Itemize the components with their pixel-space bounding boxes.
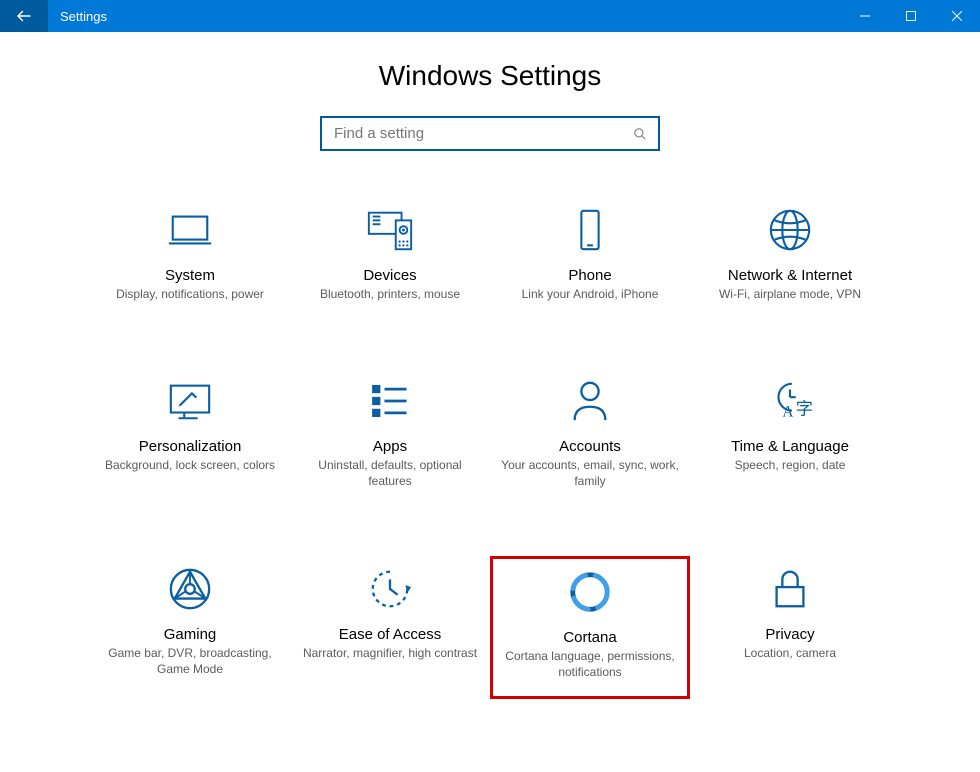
tile-sub: Background, lock screen, colors [105, 457, 275, 473]
system-icon [167, 205, 213, 255]
phone-icon [567, 205, 613, 255]
content-area: Windows Settings System Display, notific… [0, 32, 980, 699]
accounts-icon [567, 376, 613, 426]
tile-gaming[interactable]: Gaming Game bar, DVR, broadcasting, Game… [90, 556, 290, 699]
svg-text:字: 字 [796, 400, 813, 419]
tile-sub: Bluetooth, printers, mouse [320, 286, 460, 302]
globe-icon [767, 205, 813, 255]
tile-privacy[interactable]: Privacy Location, camera [690, 556, 890, 699]
tile-title: Ease of Access [339, 626, 442, 643]
search-box[interactable] [320, 116, 660, 151]
tile-cortana[interactable]: Cortana Cortana language, permissions, n… [490, 556, 690, 699]
tile-title: Devices [363, 267, 416, 284]
search-icon [632, 126, 648, 142]
tile-sub: Your accounts, email, sync, work, family [500, 457, 680, 489]
tile-title: Phone [568, 267, 611, 284]
tile-sub: Narrator, magnifier, high contrast [303, 645, 477, 661]
close-button[interactable] [934, 0, 980, 32]
back-button[interactable] [0, 0, 48, 32]
titlebar-spacer [107, 0, 842, 32]
cortana-icon [567, 567, 613, 617]
tile-title: Network & Internet [728, 267, 852, 284]
tile-time-language[interactable]: A 字 Time & Language Speech, region, date [690, 368, 890, 505]
gaming-icon [167, 564, 213, 614]
page-title: Windows Settings [0, 60, 980, 92]
settings-grid: System Display, notifications, power Dev… [0, 197, 980, 699]
minimize-icon [860, 11, 870, 21]
tile-title: Time & Language [731, 438, 849, 455]
tile-apps[interactable]: Apps Uninstall, defaults, optional featu… [290, 368, 490, 505]
tile-sub: Cortana language, permissions, notificat… [503, 648, 677, 680]
tile-title: Apps [373, 438, 407, 455]
devices-icon [365, 205, 415, 255]
tile-sub: Wi-Fi, airplane mode, VPN [719, 286, 861, 302]
tile-sub: Location, camera [744, 645, 836, 661]
tile-sub: Display, notifications, power [116, 286, 264, 302]
window-title: Settings [48, 0, 107, 32]
tile-personalization[interactable]: Personalization Background, lock screen,… [90, 368, 290, 505]
tile-system[interactable]: System Display, notifications, power [90, 197, 290, 318]
search-wrap [0, 116, 980, 151]
lock-icon [767, 564, 813, 614]
tile-sub: Link your Android, iPhone [522, 286, 659, 302]
apps-icon [368, 376, 412, 426]
titlebar: Settings [0, 0, 980, 32]
tile-sub: Speech, region, date [735, 457, 846, 473]
maximize-icon [906, 11, 916, 21]
tile-title: Cortana [563, 629, 616, 646]
maximize-button[interactable] [888, 0, 934, 32]
tile-title: Personalization [139, 438, 242, 455]
tile-title: Accounts [559, 438, 621, 455]
tile-sub: Game bar, DVR, broadcasting, Game Mode [100, 645, 280, 677]
time-language-icon: A 字 [765, 376, 815, 426]
close-icon [952, 11, 962, 21]
personalization-icon [166, 376, 214, 426]
arrow-left-icon [15, 7, 33, 25]
tile-devices[interactable]: Devices Bluetooth, printers, mouse [290, 197, 490, 318]
tile-title: System [165, 267, 215, 284]
tile-phone[interactable]: Phone Link your Android, iPhone [490, 197, 690, 318]
tile-network[interactable]: Network & Internet Wi-Fi, airplane mode,… [690, 197, 890, 318]
tile-title: Privacy [765, 626, 814, 643]
tile-sub: Uninstall, defaults, optional features [300, 457, 480, 489]
search-input[interactable] [332, 124, 632, 143]
ease-of-access-icon [367, 564, 413, 614]
tile-title: Gaming [164, 626, 217, 643]
svg-text:A: A [782, 404, 793, 421]
tile-accounts[interactable]: Accounts Your accounts, email, sync, wor… [490, 368, 690, 505]
minimize-button[interactable] [842, 0, 888, 32]
tile-ease-of-access[interactable]: Ease of Access Narrator, magnifier, high… [290, 556, 490, 699]
